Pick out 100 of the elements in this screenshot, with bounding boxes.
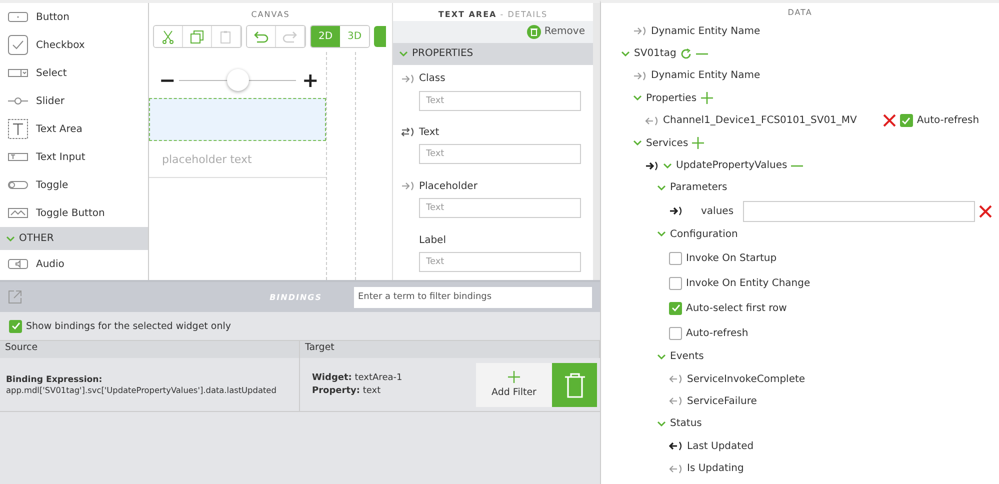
chevron-down-icon[interactable] (657, 184, 666, 191)
panel-title: TEXT AREA - DETAILS (437, 9, 549, 21)
palette-item[interactable]: Audio (0, 250, 148, 278)
parameter-input-field[interactable] (743, 200, 975, 222)
checkbox[interactable] (669, 326, 682, 340)
checkbox[interactable] (669, 252, 682, 265)
chevron-down-icon[interactable] (657, 354, 666, 360)
data-item-label: Last Updated (687, 440, 754, 452)
toolbar-button[interactable] (154, 26, 183, 47)
column-header: Source (0, 341, 300, 358)
data-group-label[interactable]: Parameters (670, 182, 728, 194)
arrow-left-icon[interactable] (669, 441, 683, 452)
palette-item[interactable]: Text Input (0, 143, 148, 171)
property-input-field[interactable]: Text (419, 90, 581, 111)
data-item-label: ServiceFailure (687, 396, 757, 407)
audio-widget-icon (8, 259, 28, 269)
chevron-down-icon[interactable] (657, 231, 666, 238)
toggle-button-widget-icon (8, 208, 28, 218)
plus-icon[interactable] (700, 92, 713, 104)
palette-item[interactable]: Button (0, 3, 148, 31)
arrow-right-icon[interactable] (669, 206, 683, 216)
property-input-field[interactable]: Text (419, 252, 581, 272)
checkbox[interactable] (9, 320, 22, 332)
redo-icon (282, 30, 298, 42)
data-item-label: ServiceInvokeComplete (687, 374, 806, 385)
slider-widget-icon (8, 97, 28, 105)
minus-icon[interactable] (791, 164, 804, 168)
checkbox-label: Auto-select first row (686, 302, 787, 314)
data-group-label[interactable]: Events (670, 351, 704, 362)
palette-item[interactable]: Toggle (0, 171, 148, 199)
property-input-field[interactable]: Text (419, 198, 581, 218)
plus-icon (508, 371, 520, 383)
data-group-label[interactable]: Configuration (670, 228, 738, 240)
checkbox[interactable] (669, 302, 682, 315)
clipboard-icon (219, 30, 233, 44)
data-group-label[interactable]: Properties (646, 92, 697, 104)
data-group-label[interactable]: UpdatePropertyValues (676, 160, 788, 172)
panel-title: DATA (786, 7, 814, 19)
slider-thumb[interactable] (226, 69, 248, 91)
chevron-down-icon[interactable] (633, 95, 642, 102)
parameter-label: values (700, 206, 735, 217)
checkbox-label: Invoke On Entity Change (686, 278, 810, 289)
undo-icon (253, 30, 269, 42)
button-widget-icon (8, 12, 28, 22)
checkbox[interactable] (669, 276, 682, 290)
chevron-down-icon[interactable] (663, 162, 672, 169)
chevron-down-icon[interactable] (399, 50, 408, 57)
chevron-down-icon[interactable] (6, 236, 15, 242)
data-group-label[interactable]: Services (646, 138, 688, 149)
data-group-label[interactable]: Status (670, 418, 702, 430)
text-area-widget-icon (8, 119, 28, 139)
palette-item[interactable]: Text Area (0, 115, 148, 143)
data-item-label: Is Updating (687, 463, 744, 474)
two-way-arrow-icon[interactable] (401, 127, 415, 138)
chevron-down-icon[interactable] (633, 140, 642, 146)
toggle-widget-icon (8, 181, 28, 189)
data-item-label: Dynamic Entity Name (651, 26, 760, 37)
property-label: Class (419, 73, 446, 84)
toolbar-button[interactable] (374, 26, 386, 47)
checkbox-label: Invoke On Startup (686, 252, 777, 264)
property-label: Placeholder (419, 180, 478, 192)
palette-item[interactable]: Toggle Button (0, 199, 148, 227)
palette-item[interactable]: Checkbox (0, 31, 148, 59)
data-item-label: Dynamic Entity Name (651, 70, 760, 82)
text-input-widget-icon (8, 153, 28, 161)
data-item-label: Channel1_Device1_FCS0101_SV01_MV (663, 115, 857, 126)
palette-item[interactable]: Select (0, 59, 148, 87)
property-input-field[interactable]: Text (419, 144, 581, 164)
checkbox[interactable] (900, 114, 913, 128)
select-widget-icon (8, 69, 28, 77)
property-label: Text (419, 126, 440, 138)
minus-icon[interactable] (696, 52, 708, 56)
copy-icon (190, 30, 204, 44)
add-filter-button[interactable]: Add Filter (476, 362, 552, 406)
data-group-label[interactable]: SV01tag (634, 48, 676, 60)
chevron-down-icon[interactable] (621, 50, 630, 57)
section-header[interactable]: PROPERTIES (393, 43, 593, 65)
remove-button[interactable]: Remove (527, 24, 585, 39)
palette-section-header[interactable]: OTHER (0, 227, 148, 250)
close-icon[interactable] (882, 114, 896, 128)
checkbox-widget-icon (8, 35, 28, 55)
property-label: Label (419, 234, 446, 246)
checkbox-label: Show bindings for the selected widget only (26, 320, 232, 332)
popout-icon[interactable] (8, 290, 22, 304)
scrollbar[interactable] (593, 3, 600, 280)
refresh-icon[interactable] (680, 48, 692, 60)
chevron-down-icon[interactable] (657, 420, 666, 427)
toolbar-button[interactable] (247, 26, 276, 47)
text-area-widget[interactable] (149, 98, 326, 141)
arrow-right-icon[interactable] (645, 160, 659, 171)
filter-input-field[interactable]: Enter a term to filter bindings (354, 286, 592, 308)
plus-icon[interactable] (692, 137, 704, 150)
target-detail: Widget: textArea-1 (312, 373, 404, 383)
target-detail: Property: text (312, 386, 382, 396)
palette-item[interactable]: Slider (0, 87, 148, 115)
delete-button[interactable] (552, 362, 597, 406)
close-icon[interactable] (979, 204, 992, 218)
plus-sign: + (302, 68, 316, 92)
binding-expression-label: Binding Expression: (6, 374, 104, 384)
binding-expression: app.mdl['SV01tag'].svc['UpdatePropertyValues'].data.lastUpdated (6, 384, 278, 394)
